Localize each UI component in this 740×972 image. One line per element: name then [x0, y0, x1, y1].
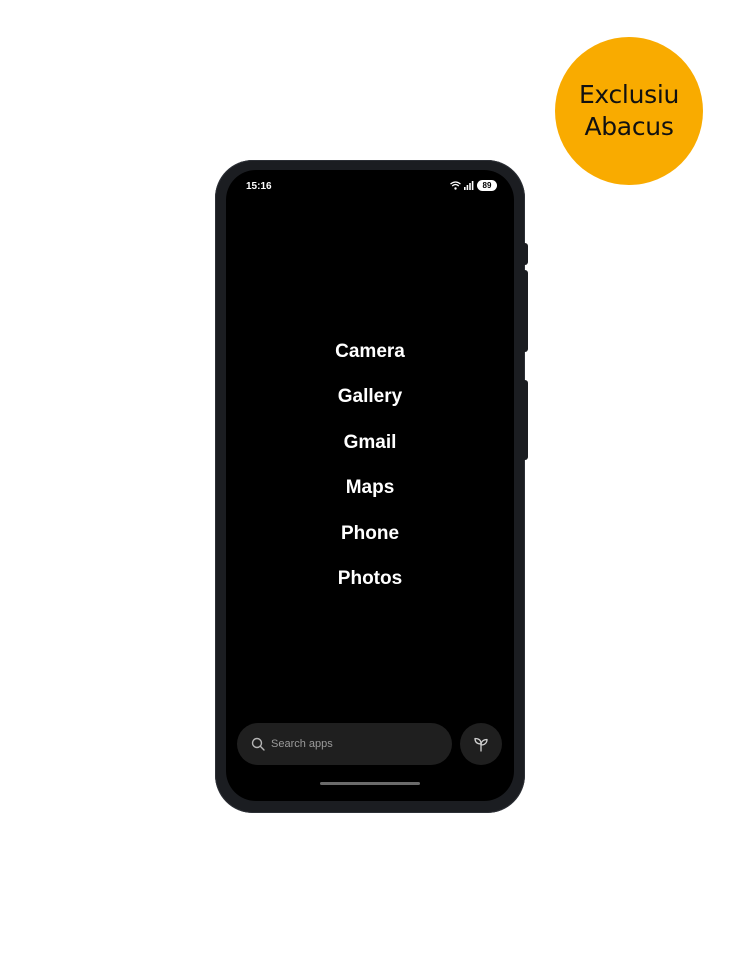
phone-volume-button — [523, 270, 528, 352]
search-icon — [251, 737, 265, 751]
phone-screen: 15:16 89 Camera Gallery Gmail Maps Phone… — [226, 170, 514, 801]
exclusive-badge: Exclusiu Abacus — [555, 37, 703, 185]
leaf-button[interactable] — [460, 723, 502, 765]
app-item-gmail[interactable]: Gmail — [226, 420, 514, 466]
leaf-icon — [472, 735, 490, 753]
phone-side-button — [523, 243, 528, 265]
app-item-maps[interactable]: Maps — [226, 466, 514, 512]
badge-line-2: Abacus — [584, 112, 674, 141]
app-item-gallery[interactable]: Gallery — [226, 375, 514, 421]
search-input[interactable] — [271, 738, 431, 750]
status-icons: 89 — [450, 180, 497, 191]
battery-icon: 89 — [477, 180, 497, 191]
app-list: Camera Gallery Gmail Maps Phone Photos — [226, 329, 514, 602]
app-item-phone[interactable]: Phone — [226, 511, 514, 557]
search-bar[interactable] — [237, 723, 452, 765]
wifi-icon — [450, 181, 461, 190]
app-item-photos[interactable]: Photos — [226, 557, 514, 603]
signal-icon — [464, 181, 474, 190]
status-time: 15:16 — [246, 181, 272, 192]
badge-line-1: Exclusiu — [578, 80, 680, 109]
phone-power-button — [523, 380, 528, 460]
app-item-camera[interactable]: Camera — [226, 329, 514, 375]
home-indicator[interactable] — [320, 782, 420, 785]
